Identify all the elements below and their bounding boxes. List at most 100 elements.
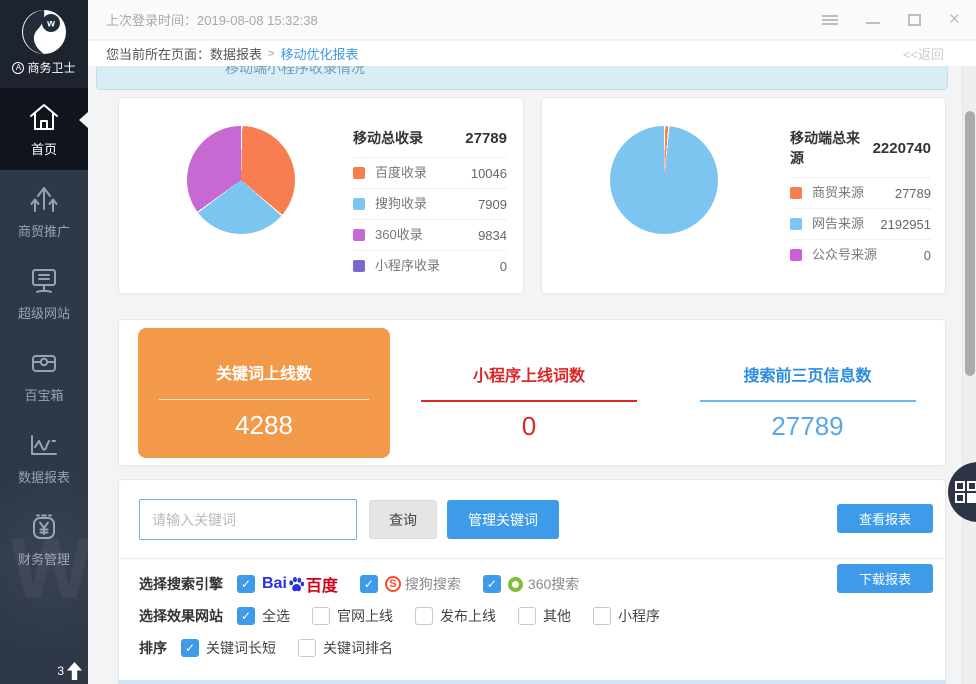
engine-sogou-option[interactable]: ✓ S 搜狗搜索	[359, 574, 461, 594]
legend-item: 公众号来源 0	[790, 239, 931, 270]
mobile-source-pie-chart	[610, 126, 718, 234]
checkbox-checked[interactable]: ✓	[181, 639, 199, 657]
minimize-icon[interactable]	[865, 15, 880, 24]
divider	[119, 558, 945, 559]
legend-total: 27789	[465, 129, 507, 147]
app-logo-block: w A 商务卫士	[0, 0, 88, 88]
legend-title: 移动总收录	[353, 130, 423, 146]
stat-divider	[421, 400, 637, 402]
breadcrumb-current-link[interactable]: 移动优化报表	[280, 44, 358, 63]
stat-keywords-online: 关键词上线数 4288	[138, 328, 390, 458]
checkbox-checked[interactable]: ✓	[482, 575, 501, 593]
checkbox-unchecked[interactable]	[298, 639, 316, 657]
site-option-publish[interactable]: 发布上线	[415, 606, 496, 626]
watermark-shield: W	[0, 474, 88, 664]
baidu-paw-icon	[289, 576, 305, 591]
manage-keywords-button[interactable]: 管理关键词	[447, 500, 559, 539]
so360-circle-icon	[507, 576, 523, 592]
menu-icon[interactable]	[821, 13, 838, 27]
checkbox-checked[interactable]: ✓	[359, 575, 378, 593]
baidu-logo: Bai 百度	[262, 575, 338, 595]
chart-report-icon	[27, 429, 61, 461]
legend-swatch	[790, 187, 802, 199]
legend-item: 商贸来源 27789	[790, 177, 931, 208]
legend-swatch	[790, 249, 802, 261]
engine-filter-row: 选择搜索引擎 ✓ Bai 百度 ✓ S 搜狗搜索 ✓ 360搜索	[139, 572, 601, 596]
qr-code-icon	[955, 481, 976, 503]
sidebar-item-toolbox[interactable]: 百宝箱	[0, 334, 88, 416]
legend-item: 搜狗收录 7909	[353, 188, 507, 219]
sort-option-rank[interactable]: 关键词排名	[298, 638, 393, 658]
keyword-search-input[interactable]	[139, 499, 357, 540]
checkbox-unchecked[interactable]	[415, 607, 433, 625]
sidebar-item-label: 首页	[30, 141, 57, 157]
site-option-official[interactable]: 官网上线	[312, 606, 393, 626]
breadcrumb-prefix: 您当前所在页面：数据报表	[106, 47, 263, 62]
sidebar: w A 商务卫士 首页 商贸推广 超级网站 百宝箱 W 3	[0, 0, 88, 684]
legend-item: 网告来源 2192951	[790, 208, 931, 239]
breadcrumb-separator: >	[268, 47, 275, 60]
site-option-other[interactable]: 其他	[518, 606, 571, 626]
scrollbar-thumb[interactable]	[965, 111, 975, 376]
title-bar: 上次登录时间：2019-08-08 15:32:38 ×	[88, 0, 976, 40]
sidebar-item-promotion[interactable]: 商贸推广	[0, 170, 88, 252]
sidebar-item-home[interactable]: 首页	[0, 88, 88, 170]
checkbox-unchecked[interactable]	[518, 607, 536, 625]
active-notch	[79, 112, 88, 128]
mobile-index-legend: 移动总收录 27789 百度收录 10046 搜狗收录 7909 360收录 9…	[353, 128, 507, 281]
back-link[interactable]: <<返回	[903, 44, 944, 63]
stat-label: 关键词上线数	[215, 366, 312, 383]
stat-top3-pages: 搜索前三页信息数 27789	[668, 328, 947, 458]
checkbox-unchecked[interactable]	[312, 607, 330, 625]
stat-label: 搜索前三页信息数	[743, 368, 872, 385]
legend-item: 百度收录 10046	[353, 157, 507, 188]
promotion-icon	[27, 183, 61, 215]
stat-value: 0	[521, 411, 537, 441]
scroll-top-count: 3	[57, 664, 64, 678]
sort-row: 排序 ✓ 关键词长短 关键词排名	[139, 638, 415, 658]
maximize-icon[interactable]	[907, 13, 921, 26]
toolbox-icon	[27, 347, 61, 379]
site-option-miniprogram[interactable]: 小程序	[593, 606, 660, 626]
engine-360-option[interactable]: ✓ 360搜索	[482, 574, 579, 594]
scroll-top-control[interactable]: 3	[57, 662, 82, 680]
query-button[interactable]: 查询	[369, 500, 437, 539]
app-window: w A 商务卫士 首页 商贸推广 超级网站 百宝箱 W 3 上次登录时间：201…	[0, 0, 976, 684]
sort-option-length[interactable]: ✓ 关键词长短	[181, 638, 276, 658]
checkbox-checked[interactable]: ✓	[237, 575, 255, 593]
app-logo-icon: w	[22, 10, 66, 54]
mini-brand-icon: A	[12, 61, 25, 74]
clipped-row-strip	[118, 680, 946, 684]
site-filter-row: 选择效果网站 ✓ 全选 官网上线 发布上线 其他 小程序	[139, 606, 682, 626]
stat-divider	[699, 400, 916, 402]
checkbox-unchecked[interactable]	[593, 607, 611, 625]
legend-swatch	[353, 167, 365, 179]
legend-item: 360收录 9834	[353, 219, 507, 250]
site-filter-label: 选择效果网站	[139, 608, 223, 624]
close-icon[interactable]: ×	[949, 10, 960, 29]
legend-swatch	[353, 260, 365, 272]
home-icon	[27, 101, 61, 133]
sogou-s-icon: S	[384, 576, 401, 592]
checkbox-checked[interactable]: ✓	[237, 607, 255, 625]
view-report-button[interactable]: 查看报表	[837, 504, 933, 533]
filter-card: 查询 管理关键词 查看报表 下载报表 选择搜索引擎 ✓ Bai	[118, 479, 946, 684]
stats-card: 关键词上线数 4288 小程序上线词数 0 搜索前三页信息数 27789	[118, 319, 946, 466]
stat-miniprogram-words: 小程序上线词数 0	[390, 328, 668, 458]
clipped-banner-text: 移动端小程序收录情况	[225, 66, 365, 76]
last-login-time: 上次登录时间：2019-08-08 15:32:38	[106, 13, 318, 28]
sidebar-item-label: 超级网站	[17, 305, 70, 321]
mobile-source-legend: 移动端总来源 2220740 商贸来源 27789 网告来源 2192951 公…	[790, 128, 931, 270]
app-name: 商务卫士	[27, 61, 76, 75]
window-controls: ×	[821, 10, 960, 29]
monitor-icon	[27, 265, 61, 297]
sidebar-item-website[interactable]: 超级网站	[0, 252, 88, 334]
site-option-all[interactable]: ✓ 全选	[237, 606, 290, 626]
stat-label: 小程序上线词数	[472, 368, 585, 385]
download-report-button[interactable]: 下载报表	[837, 564, 933, 593]
breadcrumb: 您当前所在页面：数据报表 > 移动优化报表 <<返回	[88, 41, 976, 66]
engine-baidu-option[interactable]: ✓ Bai 百度	[237, 572, 338, 596]
vertical-scrollbar[interactable]	[962, 66, 976, 684]
stat-value: 4288	[235, 410, 293, 440]
notice-banner: 移动端小程序收录情况	[96, 66, 948, 90]
